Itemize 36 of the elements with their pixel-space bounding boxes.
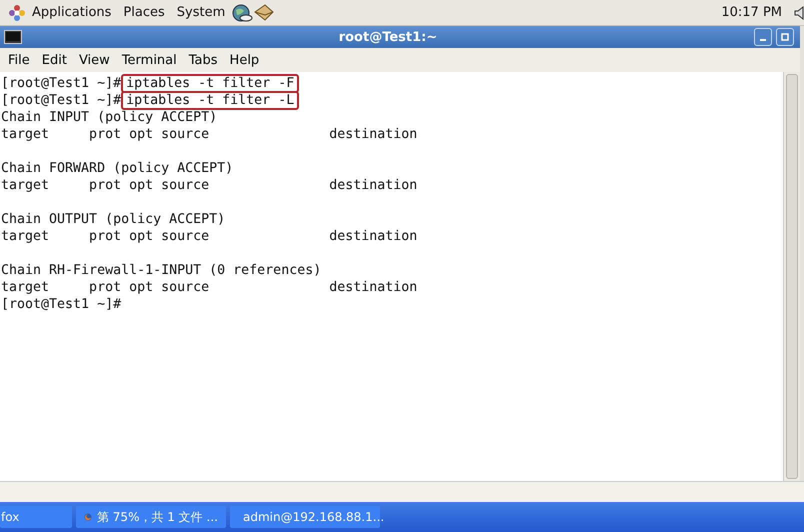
window-title: root@Test1:~ [338, 30, 438, 44]
maximize-icon [781, 33, 789, 41]
taskbar-item[interactable]: fox [0, 506, 72, 528]
output-text: Chain INPUT (policy ACCEPT) [1, 110, 218, 125]
terminal-icon [4, 30, 22, 44]
menu-item[interactable]: File [2, 52, 36, 68]
menu-item[interactable]: Edit [36, 52, 73, 68]
maximize-button[interactable] [776, 28, 794, 46]
prompt-text: [root@Test1 ~]# [1, 297, 122, 312]
flower-icon[interactable] [8, 4, 26, 22]
horizontal-scrollbar[interactable] [0, 481, 804, 502]
output-text: target prot opt source destination [1, 127, 418, 142]
output-text: target prot opt source destination [1, 280, 418, 295]
prompt-text: [root@Test1 ~]# [1, 76, 122, 91]
panel-menu[interactable]: Applications [26, 5, 118, 20]
command-text: iptables -t filter -F [121, 74, 300, 93]
menu-item[interactable]: Terminal [116, 52, 183, 68]
output-text: Chain OUTPUT (policy ACCEPT) [1, 212, 226, 227]
menu-item[interactable]: Help [224, 52, 266, 68]
output-text: Chain RH-Firewall-1-INPUT (0 references) [1, 263, 322, 278]
scrollbar[interactable] [783, 72, 800, 481]
speaker-icon[interactable] [794, 4, 804, 20]
panel-menu[interactable]: System [170, 5, 232, 20]
minimize-button[interactable] [754, 28, 772, 46]
envelope-icon[interactable] [253, 2, 276, 22]
command-text: iptables -t filter -L [121, 91, 300, 110]
output-text: target prot opt source destination [1, 229, 418, 244]
output-text: target prot opt source destination [1, 178, 418, 193]
clock[interactable]: 10:17 PM [721, 5, 782, 20]
globe-icon[interactable] [231, 2, 254, 22]
menu-item[interactable]: View [72, 52, 116, 68]
taskbar-button[interactable]: 第 75%，共 1 文件 ... [76, 506, 226, 528]
menu-item[interactable]: Tabs [182, 52, 224, 68]
panel-menu[interactable]: Places [117, 5, 171, 20]
output-text: Chain FORWARD (policy ACCEPT) [1, 161, 234, 176]
prompt-text: [root@Test1 ~]# [1, 93, 122, 108]
